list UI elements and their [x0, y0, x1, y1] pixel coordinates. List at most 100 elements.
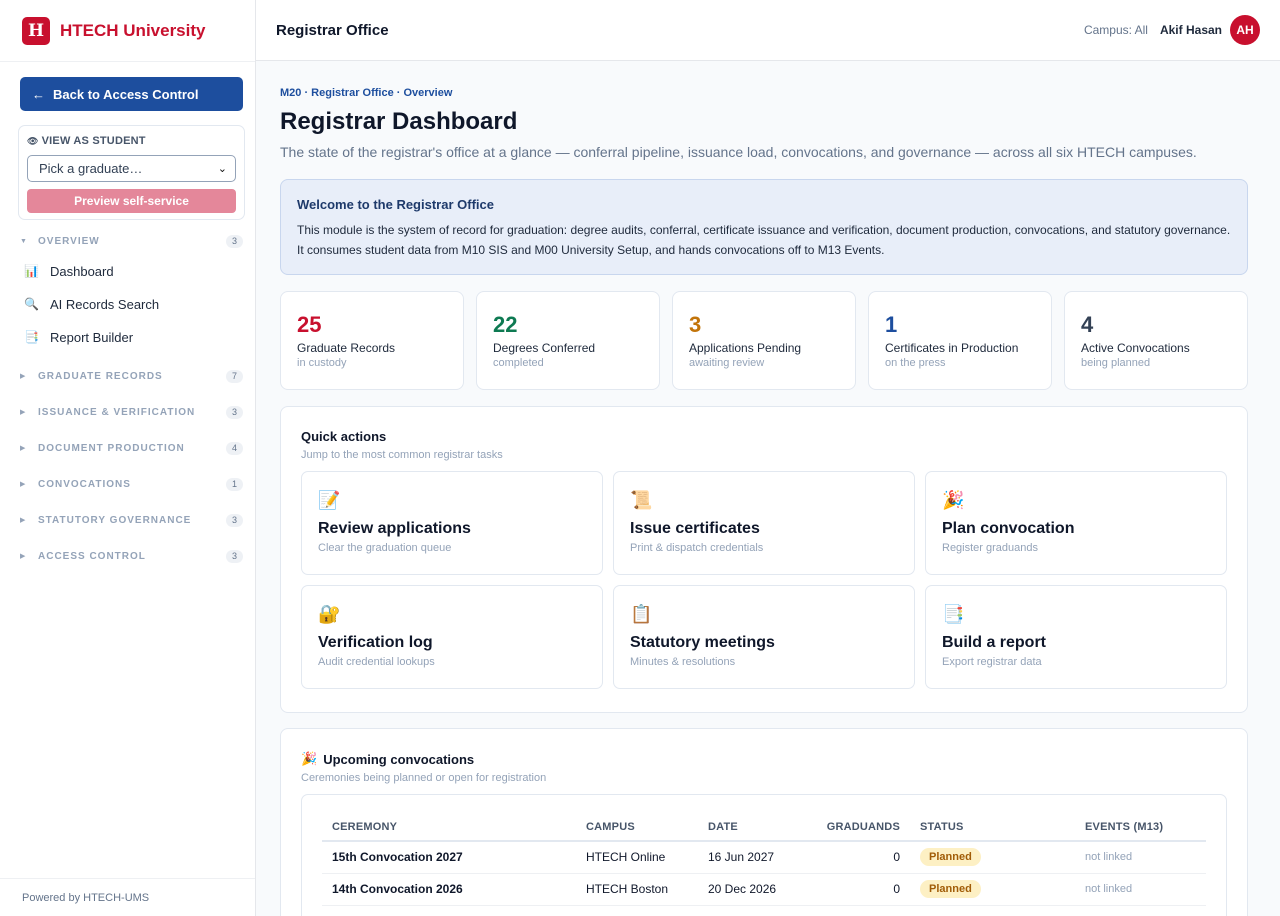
campus-cell: HTECH Boston [586, 873, 708, 906]
nav-section-issuance-verification[interactable]: ▶ ISSUANCE & VERIFICATION 3 [20, 403, 243, 421]
stat-label: Active Convocations [1081, 341, 1190, 355]
nav-section-statutory-governance[interactable]: ▶ STATUTORY GOVERNANCE 3 [20, 511, 243, 529]
graduate-select[interactable]: Pick a graduate… ⌄ [27, 155, 236, 182]
date-cell: 16 Jun 2027 [708, 841, 804, 874]
brand-logo-icon: H [22, 16, 50, 45]
caret-right-icon: ▶ [20, 481, 26, 488]
stat-sublabel: in custody [297, 357, 347, 369]
sidebar-item-label: Report Builder [50, 329, 134, 345]
welcome-text-line-2: It consumes student data from M10 SIS an… [297, 243, 885, 257]
stat-card-active-convocations: 4 Active Convocations being planned [1064, 291, 1248, 390]
welcome-title: Welcome to the Registrar Office [297, 197, 494, 212]
sidebar-item-dashboard[interactable]: 📊 Dashboard [20, 258, 243, 284]
sidebar: H HTECH University ← Back to Access Cont… [0, 0, 256, 916]
statutory-meetings-tile[interactable]: 📋 Statutory meetings Minutes & resolutio… [613, 585, 915, 689]
sidebar-item-ai-records-search[interactable]: 🔍 AI Records Search [20, 291, 243, 317]
page-title: Registrar Dashboard [280, 108, 518, 135]
column-header[interactable]: EVENTS (M13) [1085, 795, 1206, 842]
tile-title: Statutory meetings [630, 634, 775, 651]
column-header[interactable]: CAMPUS [586, 795, 708, 842]
nav-section-access-control[interactable]: ▶ ACCESS CONTROL 3 [20, 547, 243, 565]
campus-selector[interactable]: Campus: All [1084, 23, 1148, 37]
nav-section-document-production[interactable]: ▶ DOCUMENT PRODUCTION 4 [20, 439, 243, 457]
view-as-student-title: 👁 VIEW AS STUDENT [27, 135, 236, 147]
user-name[interactable]: Akif Hasan [1160, 23, 1222, 37]
stat-label: Graduate Records [297, 341, 396, 355]
table-row[interactable]: 15th Convocation 2027 HTECH Online 16 Ju… [322, 841, 1206, 874]
caret-right-icon: ▶ [20, 553, 26, 560]
convocations-table: CEREMONY CAMPUS DATE GRADUANDS STATUS EV… [322, 795, 1206, 906]
quick-actions-card: Quick actions Jump to the most common re… [280, 406, 1248, 713]
lock-key-icon: 🔐 [318, 604, 341, 624]
column-header[interactable]: STATUS [920, 795, 1085, 842]
stat-value: 4 [1081, 312, 1094, 337]
nav-section-label: ACCESS CONTROL [38, 550, 146, 562]
stat-sublabel: completed [493, 357, 544, 369]
caret-down-icon: ▼ [20, 237, 27, 245]
plan-convocation-tile[interactable]: 🎉 Plan convocation Register graduands [925, 471, 1227, 575]
stat-label: Applications Pending [689, 341, 802, 355]
caret-right-icon: ▶ [20, 445, 26, 452]
issue-certificates-tile[interactable]: 📜 Issue certificates Print & dispatch cr… [613, 471, 915, 575]
build-a-report-tile[interactable]: 📑 Build a report Export registrar data [925, 585, 1227, 689]
upcoming-convocations-card: 🎉 Upcoming convocations Ceremonies being… [280, 728, 1248, 916]
tile-subtitle: Print & dispatch credentials [630, 542, 764, 554]
breadcrumb[interactable]: M20 · Registrar Office · Overview [280, 87, 452, 99]
tile-subtitle: Audit credential lookups [318, 656, 435, 668]
quick-actions-grid: 📝 Review applications Clear the graduati… [301, 471, 1227, 689]
scroll-icon: 📜 [630, 490, 653, 510]
graduands-cell: 0 [804, 841, 920, 874]
status-badge: Planned [920, 880, 981, 898]
brand[interactable]: H HTECH University [0, 0, 255, 62]
caret-right-icon: ▶ [20, 517, 26, 524]
caret-right-icon: ▶ [20, 409, 26, 416]
verification-log-tile[interactable]: 🔐 Verification log Audit credential look… [301, 585, 603, 689]
tile-title: Verification log [318, 634, 433, 651]
column-header[interactable]: GRADUANDS [804, 795, 920, 842]
nav-section-overview[interactable]: ▼ OVERVIEW 3 [20, 232, 243, 250]
tile-title: Plan convocation [942, 520, 1075, 537]
stat-card-applications-pending: 3 Applications Pending awaiting review [672, 291, 856, 390]
bar-chart-icon: 📊 [24, 264, 39, 278]
quick-actions-title: Quick actions [301, 429, 387, 444]
nav-section-label: OVERVIEW [38, 235, 100, 247]
card-title-label: Upcoming convocations [323, 751, 475, 767]
nav-section-convocations[interactable]: ▶ CONVOCATIONS 1 [20, 475, 243, 493]
column-header[interactable]: DATE [708, 795, 804, 842]
status-badge: Planned [920, 848, 981, 867]
avatar[interactable]: AH [1230, 15, 1260, 45]
nav-section-label: GRADUATE RECORDS [38, 370, 163, 382]
upcoming-convocations-subtitle: Ceremonies being planned or open for reg… [301, 772, 547, 784]
topbar-title: Registrar Office [276, 21, 389, 39]
tile-subtitle: Clear the graduation queue [318, 542, 452, 554]
sidebar-item-label: AI Records Search [50, 296, 160, 312]
upcoming-convocations-title: 🎉 Upcoming convocations [301, 751, 1227, 767]
nav-section-count: 7 [226, 369, 243, 383]
tile-title: Issue certificates [630, 520, 760, 537]
welcome-banner: Welcome to the Registrar Office This mod… [280, 179, 1248, 275]
tile-title: Review applications [318, 520, 471, 537]
nav-section-graduate-records[interactable]: ▶ GRADUATE RECORDS 7 [20, 367, 243, 385]
table-header-row: CEREMONY CAMPUS DATE GRADUANDS STATUS EV… [322, 795, 1206, 842]
column-header[interactable]: CEREMONY [322, 795, 586, 842]
sidebar-item-report-builder[interactable]: 📑 Report Builder [20, 324, 243, 350]
tile-subtitle: Register graduands [942, 542, 1039, 554]
caret-right-icon: ▶ [20, 373, 26, 380]
nav-section-count: 3 [226, 549, 243, 563]
report-icon: 📑 [24, 330, 39, 344]
review-applications-tile[interactable]: 📝 Review applications Clear the graduati… [301, 471, 603, 575]
preview-self-service-button[interactable]: Preview self-service [27, 189, 236, 213]
stat-value: 3 [689, 312, 702, 337]
ceremony-cell: 15th Convocation 2027 [322, 841, 586, 874]
status-cell: Planned [920, 841, 1085, 874]
nav-section-count: 3 [226, 234, 243, 248]
campus-cell: HTECH Online [586, 841, 708, 874]
back-to-access-control-button[interactable]: ← Back to Access Control [20, 77, 243, 111]
nav-section-label: CONVOCATIONS [38, 478, 131, 490]
sidebar-item-label: Dashboard [50, 263, 114, 279]
table-row[interactable]: 14th Convocation 2026 HTECH Boston 20 De… [322, 873, 1206, 906]
report-icon: 📑 [942, 604, 965, 624]
quick-actions-subtitle: Jump to the most common registrar tasks [301, 449, 503, 461]
stat-label: Certificates in Production [885, 341, 1019, 355]
graduate-select-value: Pick a graduate… [39, 161, 143, 176]
